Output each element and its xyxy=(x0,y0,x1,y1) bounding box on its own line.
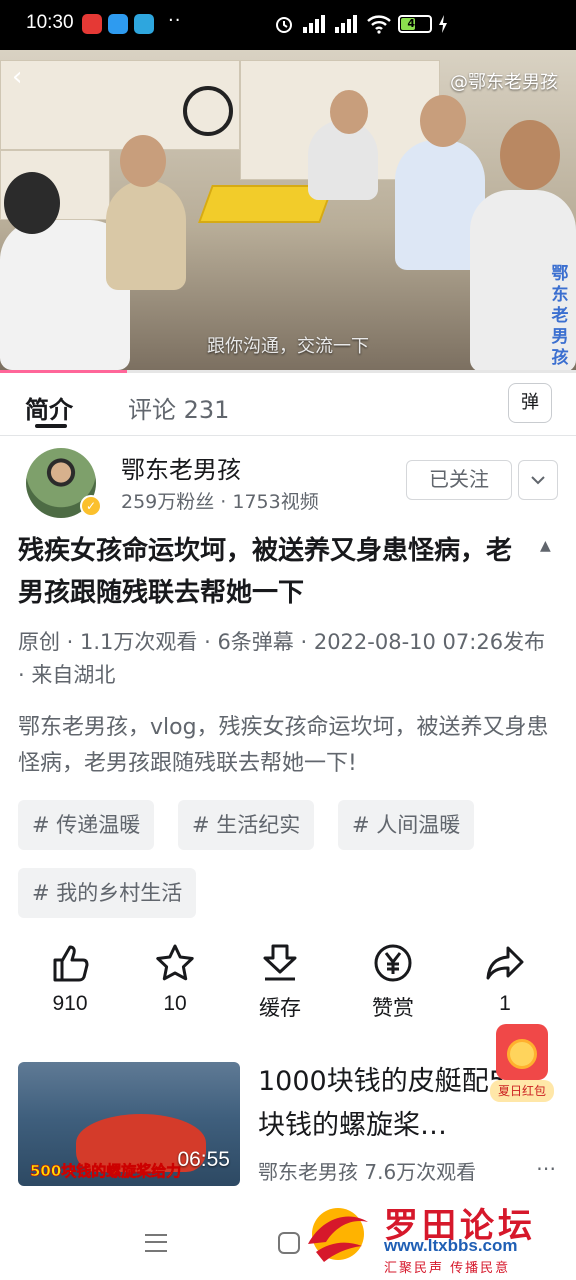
video-duration: 06:55 xyxy=(177,1148,230,1171)
video-subtitle: 跟你沟通，交流一下 xyxy=(207,336,369,357)
star-icon xyxy=(156,944,194,981)
tag-chip[interactable]: # 人间温暖 xyxy=(338,800,475,850)
uploader-name[interactable]: 鄂东老男孩 xyxy=(121,450,241,485)
signal-icon xyxy=(303,15,325,33)
forum-watermark-slogan: 汇聚民声 传播民意 xyxy=(384,1261,511,1276)
cache-button[interactable]: 缓存 xyxy=(235,942,325,1022)
video-scene-fan xyxy=(183,86,233,136)
cache-label: 缓存 xyxy=(259,997,301,1020)
more-notifications-icon: ·· xyxy=(168,10,182,31)
status-bar: 10:30 ·· 49 xyxy=(0,0,576,50)
back-icon[interactable]: ‹ xyxy=(12,62,22,92)
battery-level: 49 xyxy=(407,17,423,30)
share-button[interactable]: 1 xyxy=(460,942,550,1016)
status-time: 10:30 xyxy=(26,12,74,33)
favorite-count: 10 xyxy=(163,992,187,1015)
thumbnail-caption: 500块钱的螺旋桨给力 xyxy=(30,1162,182,1181)
download-icon xyxy=(263,944,297,981)
video-scene-head xyxy=(500,120,560,190)
forum-logo-icon xyxy=(308,1208,368,1262)
tag-chip[interactable]: # 生活纪实 xyxy=(178,800,315,850)
video-player[interactable]: ‹ @鄂东老男孩 鄂东老男孩 跟你沟通，交流一下 xyxy=(0,50,576,372)
video-description: 鄂东老男孩，vlog，残疾女孩命运坎坷，被送养又身患怪病，老男孩跟随残联去帮她一… xyxy=(18,715,549,776)
tip-label: 赞赏 xyxy=(372,997,414,1020)
summer-red-packet-button[interactable]: 夏日红包 xyxy=(490,1024,554,1104)
tip-button[interactable]: 赞赏 xyxy=(348,942,438,1022)
detail-tabs: 简介 评论 231 弹 xyxy=(0,374,576,436)
alarm-icon xyxy=(276,17,292,33)
recent-apps-icon[interactable] xyxy=(145,1234,167,1252)
video-watermark: @鄂东老男孩 xyxy=(450,72,558,93)
video-progress-played xyxy=(0,370,127,373)
thumbs-up-icon xyxy=(53,945,89,982)
video-scene-head xyxy=(420,95,466,147)
battery-indicator: 49 xyxy=(398,15,432,33)
video-title: 残疾女孩命运坎坷，被送养又身患怪病，老男孩跟随残联去帮她一下 xyxy=(18,536,513,608)
like-count: 910 xyxy=(52,992,88,1015)
favorite-button[interactable]: 10 xyxy=(130,942,220,1016)
like-button[interactable]: 910 xyxy=(25,942,115,1016)
charging-icon xyxy=(439,15,447,33)
signal-hd-icon xyxy=(335,15,357,33)
danmaku-toggle-label: 弹 xyxy=(521,392,539,413)
home-icon[interactable] xyxy=(278,1232,300,1254)
recommended-meta: 鄂东老男孩 7.6万次观看 xyxy=(258,1160,477,1184)
chevron-down-icon xyxy=(531,476,545,485)
danmaku-toggle-button[interactable]: 弹 xyxy=(508,383,552,423)
tag-chip[interactable]: # 传递温暖 xyxy=(18,800,155,850)
news-app-icon xyxy=(82,14,102,34)
share-arrow-icon xyxy=(486,946,524,980)
tab-comments[interactable]: 评论 231 xyxy=(128,390,229,425)
video-scene-head xyxy=(120,135,166,187)
tag-chip[interactable]: # 我的乡村生活 xyxy=(18,868,197,918)
tab-intro[interactable]: 简介 xyxy=(25,390,73,425)
video-meta: 原创 · 1.1万次观看 · 6条弹幕 · 2022-08-10 07:26发布… xyxy=(18,630,546,687)
wifi-icon xyxy=(367,15,391,34)
collapse-icon[interactable]: ▲ xyxy=(540,538,551,554)
video-progress-bar[interactable] xyxy=(0,370,576,373)
forum-watermark-url: www.ltxbbs.com xyxy=(384,1236,518,1255)
video-scene-head xyxy=(4,172,60,234)
video-scene-person xyxy=(106,180,186,290)
cloud-app-icon xyxy=(108,14,128,34)
telegram-app-icon xyxy=(134,14,154,34)
recommended-thumbnail[interactable]: 500块钱的螺旋桨给力 06:55 xyxy=(18,1062,240,1186)
tab-active-indicator xyxy=(35,424,67,428)
more-options-icon[interactable]: ⋯ xyxy=(536,1156,556,1180)
uploader-stats: 259万粉丝 · 1753视频 xyxy=(121,491,319,513)
red-packet-label: 夏日红包 xyxy=(490,1080,554,1102)
video-scene-head xyxy=(330,90,368,134)
share-count: 1 xyxy=(499,992,511,1015)
follow-dropdown-button[interactable] xyxy=(518,460,558,500)
follow-button[interactable]: 已关注 xyxy=(406,460,512,500)
verified-badge-icon: ✓ xyxy=(80,495,102,517)
red-packet-coin-icon xyxy=(507,1039,537,1069)
yuan-coin-icon xyxy=(374,944,412,982)
